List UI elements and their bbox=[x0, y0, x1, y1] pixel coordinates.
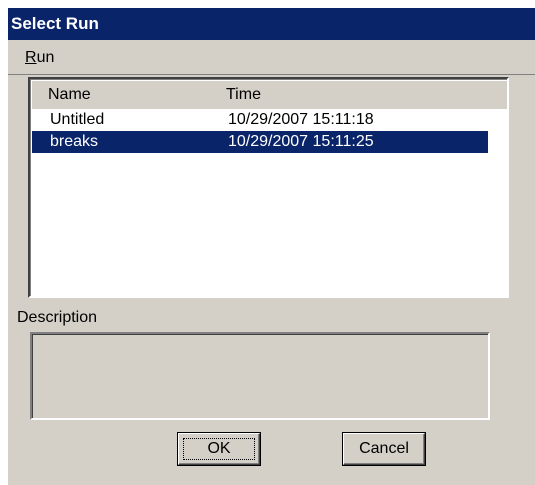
run-time: 10/29/2007 15:11:18 bbox=[228, 111, 374, 128]
list-item-selected[interactable]: breaks 10/29/2007 15:11:25 bbox=[32, 131, 488, 153]
menu-run-label-rest: un bbox=[36, 49, 55, 66]
ok-button[interactable]: OK bbox=[177, 432, 261, 466]
focus-rect bbox=[183, 438, 255, 460]
menu-run[interactable]: Run bbox=[25, 49, 54, 67]
column-header-time[interactable]: Time bbox=[218, 81, 507, 109]
column-header-name[interactable]: Name bbox=[32, 81, 218, 109]
run-list-body: Name Time Untitled 10/29/2007 15:11:18 b… bbox=[32, 81, 507, 296]
cancel-button-label: Cancel bbox=[359, 440, 409, 457]
list-header: Name Time bbox=[32, 81, 507, 109]
title-bar[interactable]: Select Run bbox=[8, 8, 535, 40]
run-name: breaks bbox=[50, 133, 99, 150]
run-list[interactable]: Name Time Untitled 10/29/2007 15:11:18 b… bbox=[28, 77, 509, 298]
window-title: Select Run bbox=[11, 14, 99, 33]
run-time: 10/29/2007 15:11:25 bbox=[228, 133, 374, 150]
menu-bar: Run bbox=[8, 40, 535, 75]
run-name: Untitled bbox=[50, 111, 105, 128]
description-field[interactable] bbox=[30, 332, 490, 420]
menu-run-mnemonic: R bbox=[25, 49, 37, 66]
description-label: Description bbox=[17, 309, 98, 326]
list-item[interactable]: Untitled 10/29/2007 15:11:18 bbox=[32, 109, 488, 131]
select-run-dialog: Select Run Run Name Time Untitled 10/29/… bbox=[8, 8, 535, 485]
cancel-button[interactable]: Cancel bbox=[342, 432, 426, 466]
